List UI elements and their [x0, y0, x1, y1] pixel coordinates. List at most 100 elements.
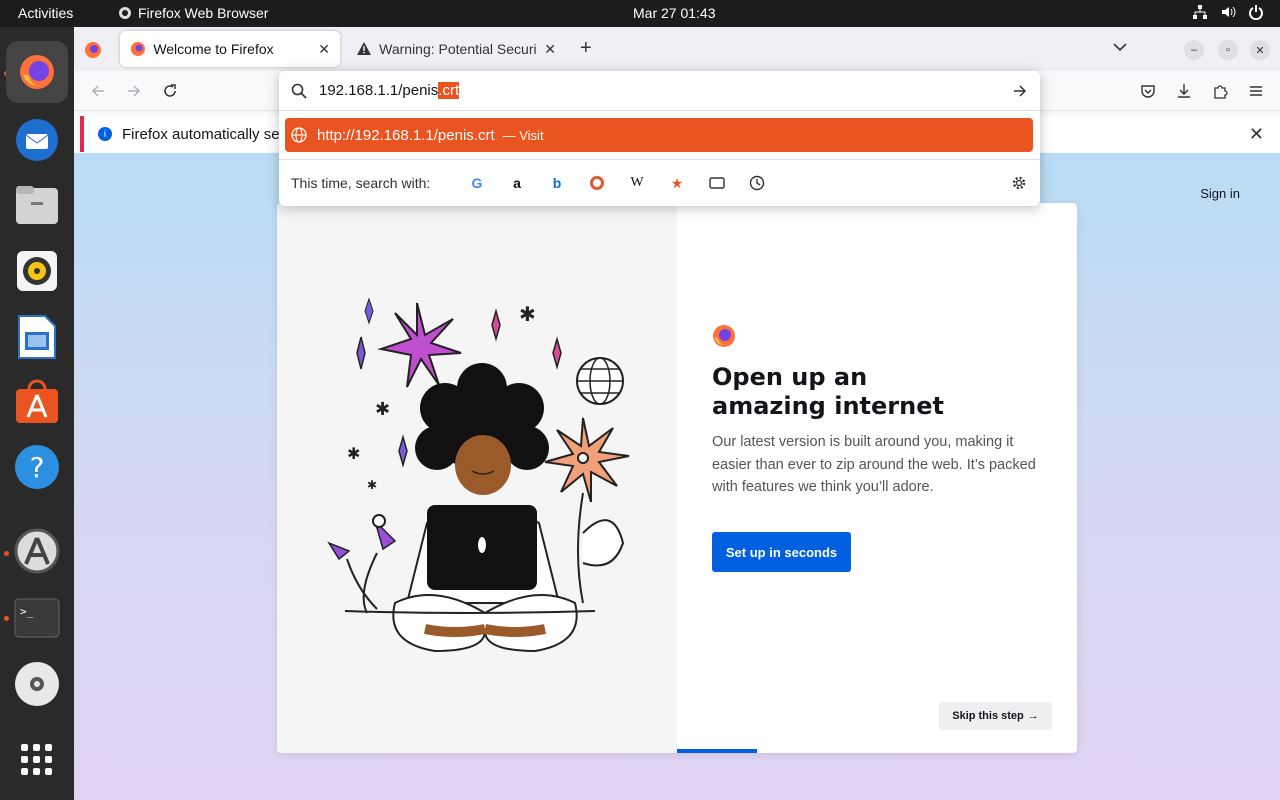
top-bar: Activities Firefox Web Browser Mar 27 01…	[0, 0, 1280, 27]
help-icon: ?	[15, 445, 59, 489]
search-with-label: This time, search with:	[291, 175, 431, 191]
duckduckgo-engine-button[interactable]	[588, 174, 606, 192]
url-typed: 192.168.1.1/penis	[319, 82, 439, 99]
menu-button[interactable]	[1246, 81, 1266, 101]
pocket-icon	[1141, 85, 1155, 98]
search-settings-button[interactable]	[1010, 174, 1028, 192]
dock-rhythmbox[interactable]	[13, 247, 61, 295]
amazon-icon: a	[513, 175, 521, 191]
skip-button[interactable]: Skip this step →	[939, 702, 1052, 730]
tab-icon	[709, 177, 725, 189]
dock-terminal[interactable]: >_	[13, 594, 61, 642]
puzzle-icon	[1214, 85, 1228, 99]
firefox-small-icon	[119, 7, 131, 19]
sign-in-link[interactable]: Sign in	[1200, 186, 1240, 201]
firefox-logo-icon	[713, 325, 735, 347]
software-updater-icon	[14, 528, 60, 574]
files-icon	[16, 186, 58, 224]
bookmarks-button[interactable]: ★	[668, 174, 686, 192]
downloads-button[interactable]	[1174, 81, 1194, 101]
urlbar-panel: 192.168.1.1/penis.crt http://192.168.1.1…	[279, 71, 1040, 206]
dock-show-apps[interactable]	[13, 736, 61, 784]
history-button[interactable]	[748, 174, 766, 192]
running-indicator	[4, 551, 9, 556]
activities-button[interactable]: Activities	[18, 5, 73, 21]
firefox-favicon-icon	[131, 42, 145, 56]
info-icon: i	[98, 127, 112, 141]
close-tab-icon[interactable]: ✕	[544, 41, 556, 58]
tab-strip: Welcome to Firefox ✕ Warning: Potential …	[74, 27, 1280, 71]
url-suggestion[interactable]: http://192.168.1.1/penis.crt — Visit	[285, 118, 1033, 152]
arrow-left-icon	[91, 85, 104, 97]
tab-welcome[interactable]: Welcome to Firefox ✕	[120, 31, 340, 67]
dock-firefox[interactable]	[6, 41, 68, 103]
suggestion-url: http://192.168.1.1/penis.crt	[317, 126, 495, 144]
svg-text:?: ?	[30, 451, 45, 484]
url-input[interactable]: 192.168.1.1/penis.crt	[279, 71, 1040, 111]
arrow-right-icon: →	[1027, 710, 1039, 722]
pocket-button[interactable]	[1138, 81, 1158, 101]
firefox-icon	[20, 55, 54, 89]
wikipedia-icon: W	[630, 175, 644, 190]
illustration-image: ✱ ✱ ✱ ✱	[327, 297, 630, 653]
google-engine-button[interactable]: G	[468, 174, 486, 192]
close-notification-icon[interactable]: ✕	[1249, 124, 1264, 145]
close-window-button[interactable]: ✕	[1250, 40, 1270, 60]
writer-icon	[18, 315, 56, 359]
notification-text: Firefox automatically se	[122, 125, 280, 143]
bing-engine-button[interactable]: b	[548, 174, 566, 192]
tab-warning[interactable]: Warning: Potential Securi ✕	[346, 31, 566, 67]
globe-icon	[291, 127, 307, 143]
dock-app-center[interactable]	[13, 378, 61, 426]
system-tray[interactable]	[1192, 4, 1264, 20]
dock-thunderbird[interactable]	[13, 116, 61, 164]
chevron-down-icon	[1113, 43, 1127, 52]
tab-label: Welcome to Firefox	[153, 41, 274, 57]
download-icon	[1178, 84, 1190, 98]
minimize-icon: –	[1190, 44, 1198, 56]
warning-icon	[357, 42, 371, 55]
suggestion-action: — Visit	[502, 127, 544, 143]
app-menu[interactable]: Firefox Web Browser	[118, 5, 268, 21]
wikipedia-engine-button[interactable]: W	[628, 174, 646, 192]
bing-icon: b	[552, 175, 562, 191]
minimize-button[interactable]: –	[1184, 40, 1204, 60]
firefox-view-icon	[85, 42, 101, 58]
onboarding-card: ✱ ✱ ✱ ✱ Open up an amazing internet Our …	[277, 203, 1077, 753]
svg-text:✱: ✱	[367, 478, 377, 492]
reload-button[interactable]	[160, 81, 180, 101]
dock-files[interactable]	[13, 181, 61, 229]
illustration-panel: ✱ ✱ ✱ ✱	[277, 203, 677, 753]
back-button[interactable]	[88, 81, 108, 101]
svg-text:✱: ✱	[375, 399, 390, 420]
new-tab-button[interactable]: +	[580, 37, 592, 60]
plus-icon: +	[580, 37, 592, 59]
reload-icon	[164, 84, 176, 97]
close-tab-icon[interactable]: ✕	[318, 41, 330, 58]
tabs-search-button[interactable]	[708, 174, 726, 192]
extensions-button[interactable]	[1210, 81, 1230, 101]
dock-software-updater[interactable]	[13, 527, 61, 575]
rhythmbox-icon	[17, 251, 57, 291]
power-icon	[1249, 5, 1263, 20]
duckduckgo-icon	[590, 176, 604, 190]
dock-writer[interactable]	[13, 313, 61, 361]
forward-button[interactable]	[124, 81, 144, 101]
maximize-button[interactable]: ▫	[1218, 40, 1238, 60]
firefox-view-button[interactable]	[84, 41, 102, 64]
gear-icon	[1012, 176, 1026, 190]
page-description: Our latest version is built around you, …	[712, 434, 1036, 495]
url-selected-text: .crt	[438, 82, 460, 99]
app-grid-icon	[21, 744, 52, 775]
setup-button[interactable]: Set up in seconds	[712, 532, 851, 572]
onboarding-text-panel: Open up an amazing internet Our latest v…	[677, 203, 1077, 753]
clock[interactable]: Mar 27 01:43	[633, 5, 716, 21]
dock-help[interactable]: ?	[13, 443, 61, 491]
dock: ? >_	[0, 27, 74, 800]
restore-icon: ▫	[1226, 44, 1230, 56]
amazon-engine-button[interactable]: a	[508, 174, 526, 192]
url-text: 192.168.1.1/penis.crt	[319, 82, 460, 99]
go-arrow-icon[interactable]	[1012, 83, 1028, 99]
dock-dvd[interactable]	[13, 660, 61, 708]
list-all-tabs-button[interactable]	[1112, 39, 1128, 60]
